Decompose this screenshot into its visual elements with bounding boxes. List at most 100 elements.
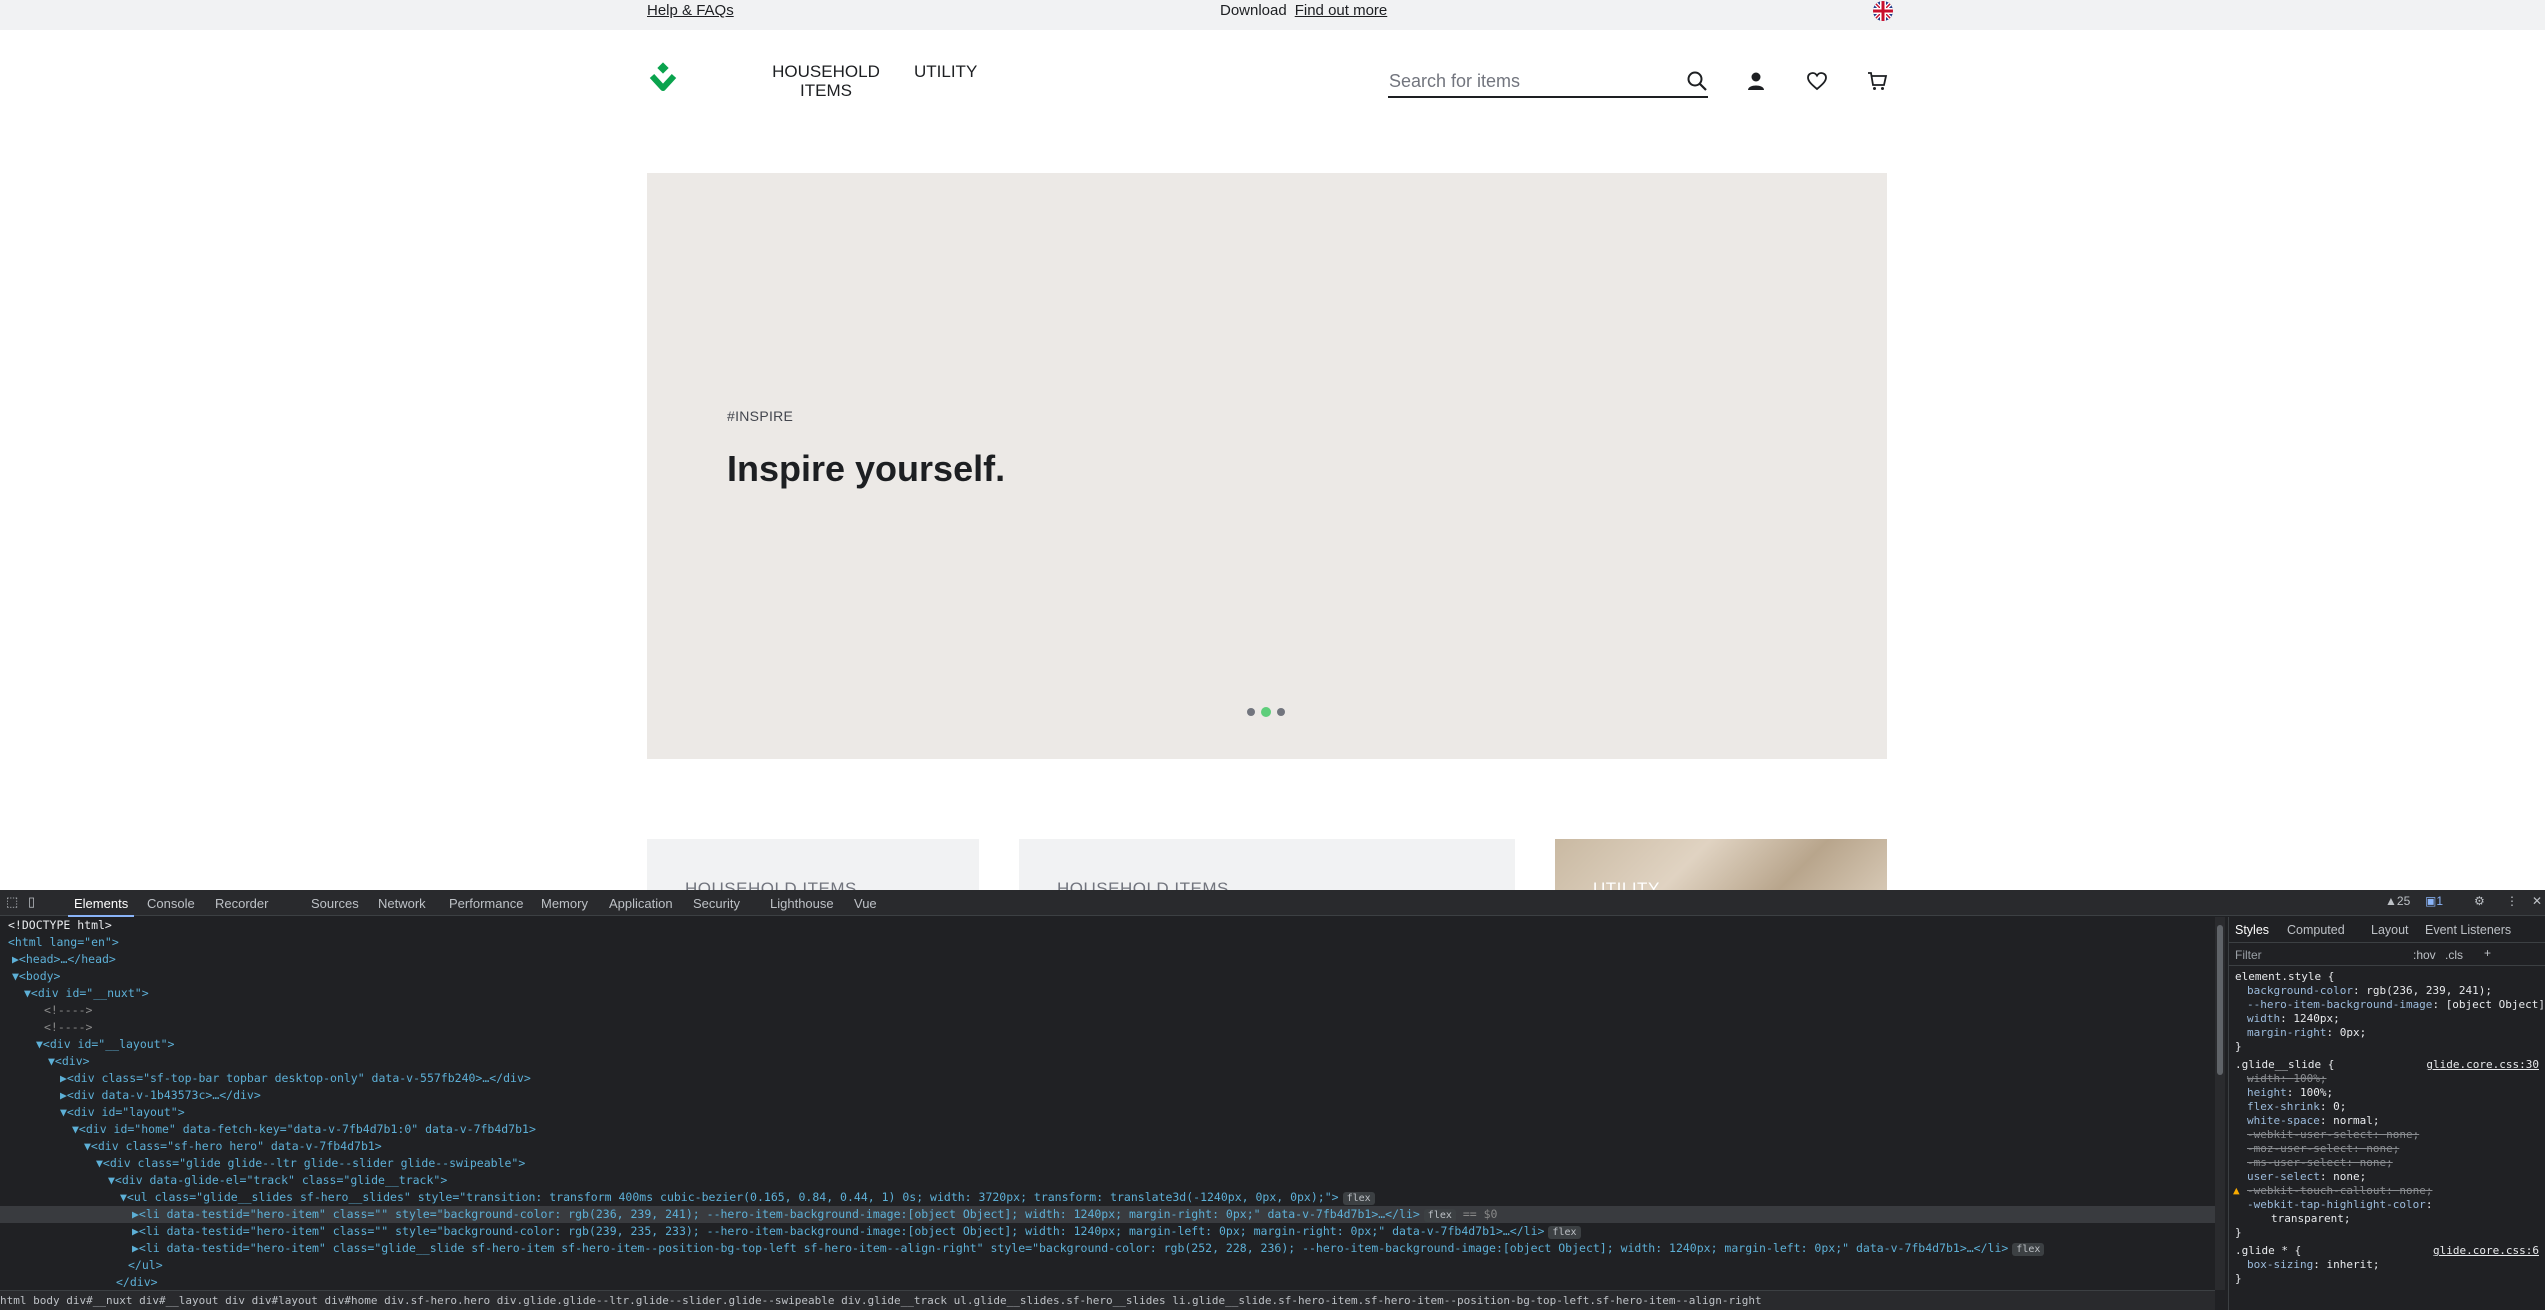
- style-prop[interactable]: height: 100%;: [2247, 1086, 2333, 1100]
- search-icon[interactable]: [1686, 70, 1708, 92]
- dom-line[interactable]: </div>: [0, 1274, 2215, 1290]
- flex-badge[interactable]: flex: [1423, 1209, 1456, 1222]
- category-card-utility[interactable]: UTILITY: [1555, 839, 1887, 890]
- hero-banner[interactable]: #INSPIRE Inspire yourself.: [647, 173, 1887, 759]
- card-label: HOUSEHOLD ITEMS: [1057, 879, 1229, 890]
- dom-line[interactable]: ▼<div id="home" data-fetch-key="data-v-7…: [0, 1121, 2215, 1138]
- tab-security[interactable]: Security: [693, 896, 740, 911]
- flex-badge[interactable]: flex: [1548, 1226, 1581, 1239]
- flex-badge[interactable]: flex: [1342, 1192, 1375, 1205]
- hero-title: Inspire yourself.: [727, 448, 1006, 489]
- tab-memory[interactable]: Memory: [541, 896, 588, 911]
- dom-line[interactable]: ▼<ul class="glide__slides sf-hero__slide…: [0, 1189, 2215, 1206]
- rule-source-link[interactable]: glide.core.css:6: [2433, 1244, 2539, 1257]
- carousel-dot-2[interactable]: [1261, 707, 1271, 717]
- style-prop[interactable]: --hero-item-background-image: [object Ob…: [2247, 998, 2545, 1012]
- category-card-household[interactable]: HOUSEHOLD ITEMS: [647, 839, 979, 890]
- style-prop[interactable]: width: 100%;: [2247, 1072, 2327, 1086]
- style-prop[interactable]: user-select: none;: [2247, 1170, 2366, 1184]
- messages-badge[interactable]: ▣1: [2425, 894, 2443, 908]
- tab-network[interactable]: Network: [378, 896, 426, 911]
- search-input[interactable]: Search for items: [1388, 68, 1708, 98]
- style-prop[interactable]: box-sizing: inherit;: [2247, 1258, 2379, 1272]
- dom-line[interactable]: ▶<head>…</head>: [0, 951, 2215, 968]
- tab-layout[interactable]: Layout: [2371, 923, 2409, 937]
- tab-styles[interactable]: Styles: [2235, 923, 2269, 937]
- add-rule-icon[interactable]: +: [2484, 946, 2491, 960]
- close-icon[interactable]: ✕: [2532, 894, 2542, 908]
- rule-selector: .glide * {: [2235, 1244, 2302, 1257]
- hero-subtitle: #INSPIRE: [727, 408, 794, 424]
- site-header: HOUSEHOLD ITEMS UTILITY Search for items: [0, 30, 2545, 140]
- rule-source-link[interactable]: glide.core.css:30: [2426, 1058, 2539, 1071]
- dom-line[interactable]: ▶<div data-v-1b43573c>…</div>: [0, 1087, 2215, 1104]
- tab-lighthouse[interactable]: Lighthouse: [770, 896, 834, 911]
- find-out-more-link[interactable]: Find out more: [1295, 2, 1388, 19]
- hov-toggle[interactable]: :hov: [2413, 948, 2436, 962]
- style-prop[interactable]: -moz-user-select: none;: [2247, 1142, 2399, 1156]
- style-prop[interactable]: -ms-user-select: none;: [2247, 1156, 2393, 1170]
- style-prop[interactable]: white-space: normal;: [2247, 1114, 2379, 1128]
- cls-toggle[interactable]: .cls: [2445, 948, 2463, 962]
- account-icon[interactable]: [1745, 70, 1767, 92]
- styles-filter-input[interactable]: Filter :hov .cls +: [2229, 944, 2545, 966]
- warnings-badge[interactable]: ▲25: [2385, 894, 2410, 908]
- category-card-household-2[interactable]: HOUSEHOLD ITEMS: [1019, 839, 1515, 890]
- elements-scrollbar[interactable]: [2215, 917, 2225, 1290]
- tab-sources[interactable]: Sources: [311, 896, 359, 911]
- device-toolbar-icon[interactable]: ▯: [28, 894, 35, 910]
- style-prop[interactable]: margin-right: 0px;: [2247, 1026, 2366, 1040]
- logo-icon[interactable]: [646, 62, 680, 96]
- dom-line[interactable]: ▶<div class="sf-top-bar topbar desktop-o…: [0, 1070, 2215, 1087]
- dom-line[interactable]: </ul>: [0, 1257, 2215, 1274]
- uk-flag-icon[interactable]: [1873, 1, 1893, 21]
- heart-icon[interactable]: [1806, 70, 1828, 92]
- style-prop[interactable]: -webkit-user-select: none;: [2247, 1128, 2419, 1142]
- style-prop[interactable]: width: 1240px;: [2247, 1012, 2340, 1026]
- dom-line[interactable]: ▼<div id="layout">: [0, 1104, 2215, 1121]
- dom-line[interactable]: <!DOCTYPE html>: [0, 917, 2215, 934]
- filter-placeholder: Filter: [2235, 948, 2262, 962]
- tab-performance[interactable]: Performance: [449, 896, 523, 911]
- dom-line-selected[interactable]: ▶<li data-testid="hero-item" class="" st…: [0, 1206, 2215, 1223]
- dom-line[interactable]: <!---->: [0, 1019, 2215, 1036]
- dom-line[interactable]: ▼<div>: [0, 1053, 2215, 1070]
- help-faqs-link[interactable]: Help & FAQs: [647, 2, 734, 20]
- web-page: Help & FAQs Download Find out more HOUSEH…: [0, 0, 2545, 890]
- style-prop[interactable]: background-color: rgb(236, 239, 241);: [2247, 984, 2492, 998]
- breadcrumb[interactable]: html body div#__nuxt div#__layout div di…: [0, 1290, 2215, 1310]
- style-prop[interactable]: -webkit-touch-callout: none;: [2247, 1184, 2432, 1198]
- dom-line[interactable]: ▼<div class="sf-hero hero" data-v-7fb4d7…: [0, 1138, 2215, 1155]
- carousel-dot-3[interactable]: [1277, 708, 1285, 716]
- style-prop[interactable]: flex-shrink: 0;: [2247, 1100, 2346, 1114]
- more-options-icon[interactable]: ⋮: [2506, 894, 2518, 908]
- tab-application[interactable]: Application: [609, 896, 673, 911]
- tab-computed[interactable]: Computed: [2287, 923, 2345, 937]
- carousel-dot-1[interactable]: [1247, 708, 1255, 716]
- dom-line[interactable]: ▼<body>: [0, 968, 2215, 985]
- dom-line[interactable]: <html lang="en">: [0, 934, 2215, 951]
- tab-elements[interactable]: Elements: [67, 896, 135, 917]
- nav-utility[interactable]: UTILITY: [914, 62, 977, 81]
- dom-line[interactable]: ▶<li data-testid="hero-item" class="glid…: [0, 1240, 2215, 1257]
- settings-icon[interactable]: ⚙: [2474, 894, 2485, 908]
- dom-line[interactable]: ▼<div class="glide glide--ltr glide--sli…: [0, 1155, 2215, 1172]
- tab-vue[interactable]: Vue: [854, 896, 877, 911]
- tab-console[interactable]: Console: [147, 896, 195, 911]
- style-prop[interactable]: -webkit-tap-highlight-color:: [2247, 1198, 2432, 1212]
- flex-badge[interactable]: flex: [2012, 1243, 2045, 1256]
- tab-recorder[interactable]: Recorder: [215, 896, 268, 911]
- cart-icon[interactable]: [1866, 70, 1888, 92]
- dom-line[interactable]: ▼<div id="__nuxt">: [0, 985, 2215, 1002]
- nav-household-items[interactable]: HOUSEHOLD ITEMS: [770, 62, 882, 100]
- messages-count: 1: [2436, 894, 2444, 908]
- dom-line[interactable]: ▼<div id="__layout">: [0, 1036, 2215, 1053]
- warning-icon: ▲: [2233, 1184, 2240, 1197]
- styles-pane: Styles Computed Layout Event Listeners F…: [2228, 917, 2545, 1310]
- dom-line[interactable]: ▶<li data-testid="hero-item" class="" st…: [0, 1223, 2215, 1240]
- rule-close: }: [2235, 1040, 2242, 1053]
- inspect-icon[interactable]: ⬚: [6, 894, 18, 910]
- dom-line[interactable]: <!---->: [0, 1002, 2215, 1019]
- tab-event-listeners[interactable]: Event Listeners: [2425, 923, 2511, 937]
- dom-line[interactable]: ▼<div data-glide-el="track" class="glide…: [0, 1172, 2215, 1189]
